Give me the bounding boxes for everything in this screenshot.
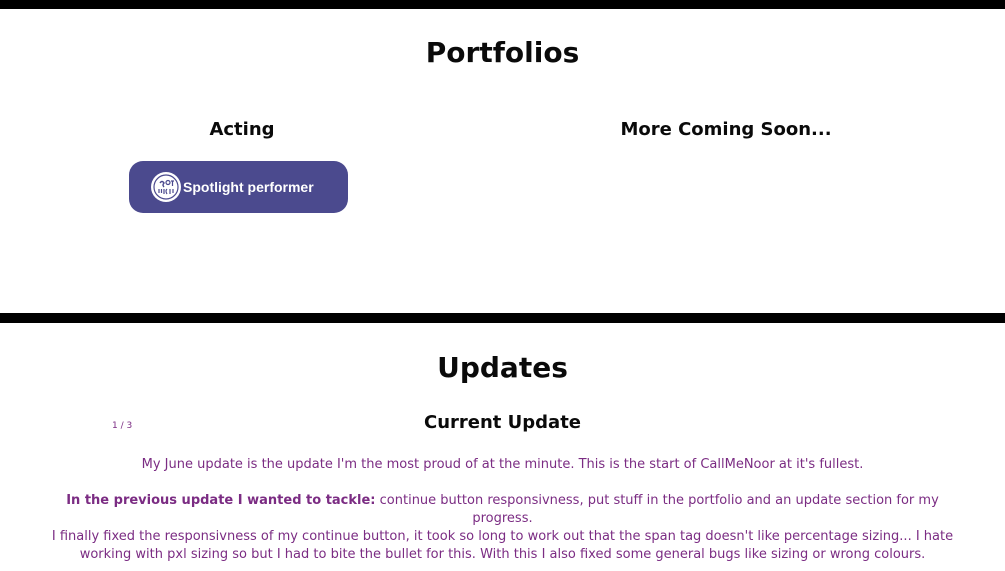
spotlight-performer-label: Spotlight performer — [183, 179, 314, 195]
section-divider — [0, 313, 1005, 323]
previous-update-label: In the previous update I wanted to tackl… — [66, 493, 376, 508]
updates-title: Updates — [437, 351, 568, 384]
spotlight-logo-icon — [151, 172, 181, 202]
top-divider — [0, 0, 1005, 9]
update-paragraph-3: I finally fixed the responsivness of my … — [51, 529, 954, 562]
portfolios-title: Portfolios — [425, 36, 580, 69]
acting-heading: Acting — [209, 119, 275, 140]
spotlight-performer-button[interactable]: Spotlight performer — [129, 161, 348, 213]
previous-update-text: continue button responsivness, put stuff… — [375, 493, 939, 526]
update-paragraph-1: My June update is the update I'm the mos… — [141, 457, 864, 472]
current-update-title: Current Update — [423, 412, 582, 433]
update-paragraph-2: In the previous update I wanted to tackl… — [50, 492, 955, 528]
coming-soon-heading: More Coming Soon... — [620, 119, 832, 140]
